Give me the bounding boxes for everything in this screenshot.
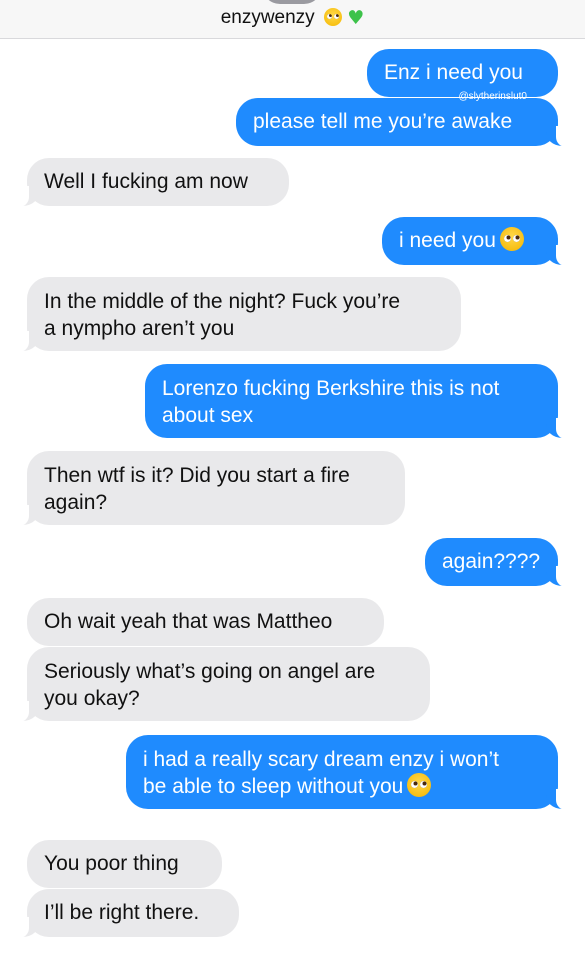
message-text: You poor thing bbox=[44, 852, 179, 875]
message-bubble-outgoing[interactable]: Enz i need you bbox=[367, 49, 558, 97]
message-bubble-outgoing[interactable]: i need you bbox=[382, 217, 568, 266]
pleading-face-icon bbox=[407, 773, 432, 797]
green-heart-icon: ♥ bbox=[347, 7, 365, 29]
message-bubble-outgoing[interactable]: i had a really scary dream enzy i won’t … bbox=[126, 735, 568, 810]
message-bubble-incoming[interactable]: Oh wait yeah that was Mattheo bbox=[27, 598, 384, 646]
message-text: please tell me you’re awake bbox=[253, 110, 513, 133]
message-text: again???? bbox=[442, 550, 541, 573]
message-bubble-incoming[interactable]: Then wtf is it? Did you start a fire aga… bbox=[17, 451, 405, 526]
message-text: Then wtf is it? Did you start a fire bbox=[44, 464, 350, 487]
message-text: about sex bbox=[162, 404, 254, 427]
message-text: a nympho aren’t you bbox=[44, 317, 235, 340]
message-bubble-outgoing[interactable]: again???? bbox=[425, 538, 568, 587]
message-text: again? bbox=[44, 491, 108, 514]
message-bubble-incoming[interactable]: Well I fucking am now bbox=[17, 158, 289, 207]
message-bubble-incoming[interactable]: You poor thing bbox=[27, 840, 222, 888]
conversation-header: enzywenzy ♥ bbox=[0, 0, 585, 39]
message-text: you okay? bbox=[44, 687, 140, 710]
contact-avatar[interactable] bbox=[262, 0, 322, 4]
message-bubble-outgoing[interactable]: please tell me you’re awake bbox=[236, 98, 568, 147]
pleading-face-icon bbox=[499, 227, 524, 251]
message-text: be able to sleep without you bbox=[143, 775, 404, 798]
message-text: Well I fucking am now bbox=[44, 170, 248, 193]
message-text: i had a really scary dream enzy i won’t bbox=[143, 748, 499, 771]
message-text: Oh wait yeah that was Mattheo bbox=[44, 610, 333, 633]
message-bubble-incoming[interactable]: I’ll be right there. bbox=[17, 889, 239, 938]
message-bubble-incoming[interactable]: In the middle of the night? Fuck you’re … bbox=[17, 277, 461, 352]
pleading-face-icon bbox=[323, 8, 342, 26]
message-text: I’ll be right there. bbox=[44, 901, 200, 924]
message-text: In the middle of the night? Fuck you’re bbox=[44, 290, 401, 313]
contact-name-button[interactable]: enzywenzy ♥ bbox=[0, 7, 585, 29]
message-bubble-outgoing[interactable]: Lorenzo fucking Berkshire this is not ab… bbox=[145, 364, 568, 439]
watermark: @slytherinslut0 bbox=[458, 91, 527, 102]
message-text: Enz i need you bbox=[384, 61, 523, 84]
message-text: Lorenzo fucking Berkshire this is not bbox=[162, 377, 500, 400]
message-text: Seriously what’s going on angel are bbox=[44, 660, 376, 683]
contact-name: enzywenzy bbox=[220, 7, 315, 28]
message-text: i need you bbox=[399, 229, 496, 252]
message-bubble-incoming[interactable]: Seriously what’s going on angel are you … bbox=[17, 647, 430, 722]
